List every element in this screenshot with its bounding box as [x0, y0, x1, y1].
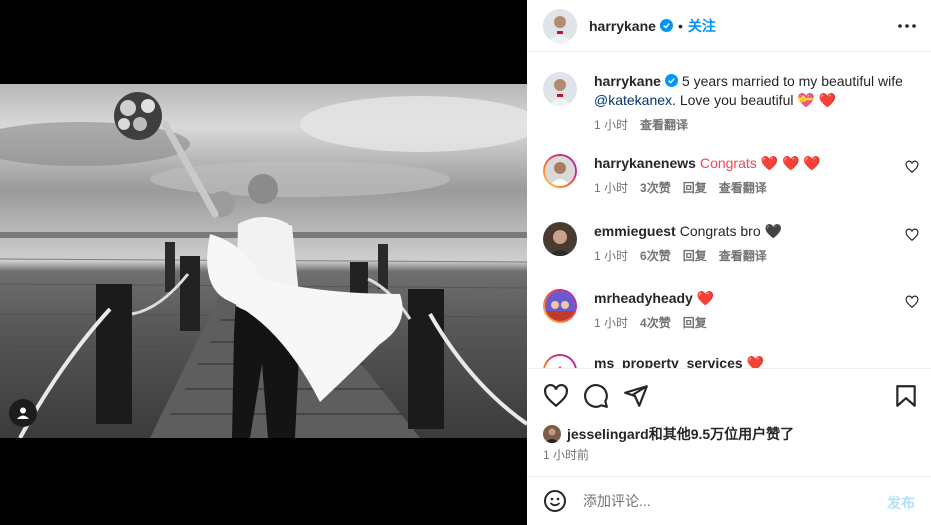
user-tag-icon — [17, 407, 29, 419]
see-translation-link[interactable]: 查看翻译 — [719, 247, 767, 264]
post-comment-button[interactable]: 发布 — [887, 493, 915, 513]
post-actions-bar — [527, 368, 931, 420]
comment-time: 1 小时 — [594, 249, 629, 263]
reply-button[interactable]: 回复 — [683, 314, 707, 331]
caption-username[interactable]: harrykane — [594, 73, 661, 89]
post-photo[interactable] — [0, 84, 527, 438]
comment-like-heart-icon[interactable] — [905, 228, 919, 242]
verified-icon — [659, 19, 673, 32]
commenter-avatar[interactable] — [543, 222, 577, 256]
comment-time: 1 小时 — [594, 181, 629, 195]
author-username[interactable]: harrykane — [589, 18, 656, 34]
comment-time: 1 小时 — [594, 316, 629, 330]
caption-tail: Love you beautiful 💝 ❤️ — [679, 92, 837, 108]
post-media — [0, 0, 527, 525]
see-translation-link[interactable]: 查看翻译 — [719, 179, 767, 196]
user-tag-button[interactable] — [9, 399, 37, 427]
comment-likes-count[interactable]: 4次赞 — [640, 314, 671, 331]
comment-row: emmieguest Congrats bro 🖤 1 小时 6次赞 回复 查看翻… — [543, 222, 923, 280]
comment-text: ❤️ — [696, 290, 715, 306]
more-icon — [898, 24, 916, 28]
caption-text: 5 years married to my beautiful wife — [681, 73, 903, 89]
comment-likes-count[interactable]: 3次赞 — [640, 179, 671, 196]
share-icon[interactable] — [623, 383, 649, 409]
comment-username[interactable]: emmieguest — [594, 223, 676, 239]
comment-composer: 发布 — [527, 476, 931, 525]
see-translation-link[interactable]: 查看翻译 — [640, 116, 688, 133]
comment-row: harrykanenews Congrats ❤️ ❤️ ❤️ 1 小时 3次赞 … — [543, 154, 923, 212]
comment-row: mrheadyheady ❤️ 1 小时 4次赞 回复 — [543, 289, 923, 347]
comment-text: ❤️ — [746, 355, 765, 368]
comment-like-heart-icon[interactable] — [905, 295, 919, 309]
author-avatar[interactable] — [543, 72, 577, 106]
comments-list[interactable]: harrykane 5 years married to my beautiful… — [527, 52, 931, 368]
caption-time: 1 小时 — [594, 118, 629, 132]
caption-row: harrykane 5 years married to my beautiful… — [543, 72, 923, 142]
commenter-avatar[interactable] — [543, 354, 577, 368]
reply-button[interactable]: 回复 — [683, 247, 707, 264]
comment-username[interactable]: mrheadyheady — [594, 290, 693, 306]
reply-button[interactable]: 回复 — [683, 179, 707, 196]
comment-input[interactable] — [583, 493, 863, 509]
bookmark-icon[interactable] — [893, 383, 919, 409]
verified-icon — [664, 74, 678, 87]
liker-avatar — [543, 425, 561, 443]
wedding-photo — [0, 92, 527, 438]
post-timestamp: 1 小时前 — [543, 448, 590, 462]
heart-icon[interactable] — [543, 383, 569, 409]
comment-username[interactable]: ms_property_services — [594, 355, 743, 368]
emoji-icon[interactable] — [543, 489, 567, 513]
author-avatar[interactable] — [543, 8, 577, 43]
comment-text: Congrats ❤️ ❤️ ❤️ — [699, 155, 821, 171]
comment-row: ms_property_services ❤️ — [543, 354, 923, 368]
comment-text: Congrats bro 🖤 — [679, 223, 782, 239]
post-header: harrykane • 关注 — [527, 0, 931, 52]
comment-like-heart-icon[interactable] — [905, 160, 919, 174]
caption-mention[interactable]: @katekanex — [594, 92, 672, 108]
post-side-panel: harrykane • 关注 harrykane 5 years married … — [527, 0, 931, 525]
likes-summary-text: jesselingard和其他9.5万位用户赞了 — [567, 426, 795, 442]
header-dot: • — [677, 17, 683, 34]
likes-summary[interactable]: jesselingard和其他9.5万位用户赞了 — [543, 424, 794, 444]
comment-username[interactable]: harrykanenews — [594, 155, 696, 171]
commenter-avatar[interactable] — [543, 154, 577, 188]
follow-button[interactable]: 关注 — [688, 16, 716, 36]
comment-likes-count[interactable]: 6次赞 — [640, 247, 671, 264]
comment-icon[interactable] — [583, 383, 609, 409]
more-options-button[interactable] — [895, 14, 919, 38]
commenter-avatar[interactable] — [543, 289, 577, 323]
